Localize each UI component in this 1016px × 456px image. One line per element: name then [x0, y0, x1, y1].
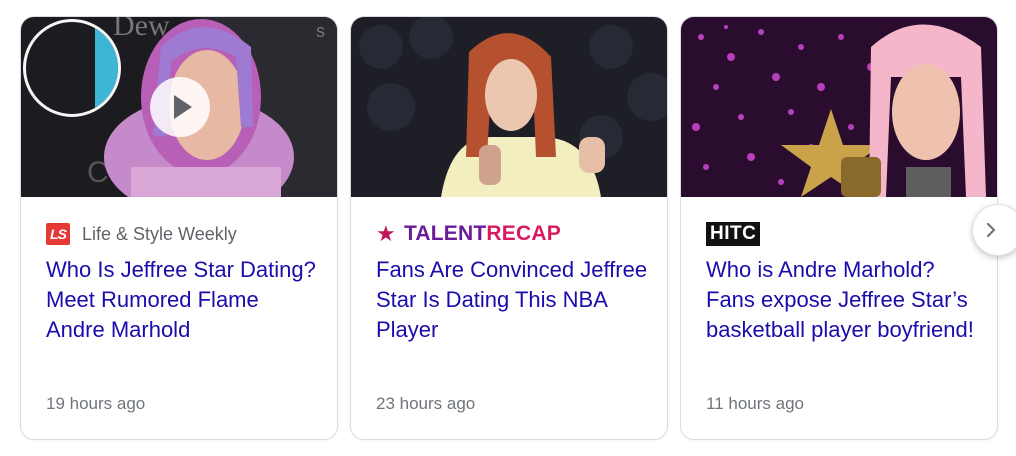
news-timestamp: 23 hours ago — [376, 394, 476, 413]
news-card[interactable]: Dew s C LS Life & Style Weekly Who Is Je… — [20, 16, 338, 440]
news-card[interactable]: HITC Who is Andre Marhold? Fans expose J… — [680, 16, 998, 440]
news-headline[interactable]: Who Is Jeffree Star Dating? Meet Rumored… — [46, 255, 321, 345]
hitc-logo: HITC — [706, 222, 761, 246]
top-stories-carousel: Dew s C LS Life & Style Weekly Who Is Je… — [0, 0, 1016, 456]
svg-text:s: s — [316, 21, 325, 41]
talentrecap-logo: ★ TALENTRECAP — [376, 221, 561, 246]
news-source: LS Life & Style Weekly — [46, 222, 237, 246]
source-name: Life & Style Weekly — [82, 223, 237, 244]
news-timestamp: 19 hours ago — [46, 394, 146, 413]
news-thumbnail: Dew s C — [21, 17, 337, 197]
news-card[interactable]: ★ TALENTRECAP Fans Are Convinced Jeffree… — [350, 16, 668, 440]
play-icon — [174, 95, 192, 119]
news-source: ★ TALENTRECAP — [376, 222, 561, 246]
next-button[interactable] — [972, 204, 1016, 256]
news-timestamp: 11 hours ago — [706, 394, 804, 413]
news-thumbnail — [681, 17, 997, 197]
chevron-right-icon — [986, 222, 996, 238]
news-headline[interactable]: Who is Andre Marhold? Fans expose Jeffre… — [706, 255, 981, 345]
star-icon: ★ — [376, 221, 396, 246]
news-thumbnail — [351, 17, 667, 197]
news-source: HITC — [706, 222, 761, 246]
news-headline[interactable]: Fans Are Convinced Jeffree Star Is Datin… — [376, 255, 651, 345]
life-style-logo-icon: LS — [46, 223, 70, 245]
channel-avatar — [23, 19, 121, 117]
play-video-button[interactable] — [150, 77, 210, 137]
